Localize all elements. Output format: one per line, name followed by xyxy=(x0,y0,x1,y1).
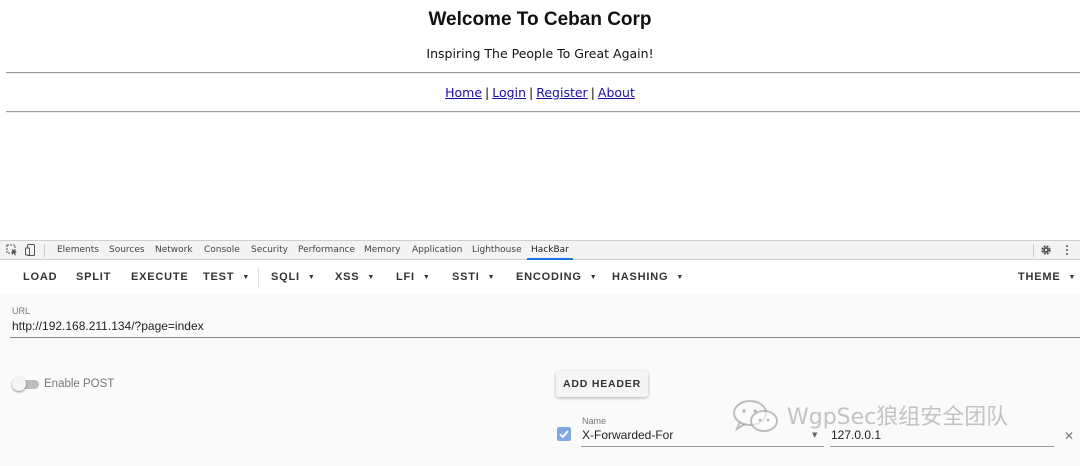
caret-down-icon: ▼ xyxy=(307,274,316,281)
header-name-label: Name xyxy=(582,416,607,426)
page-subtitle: Inspiring The People To Great Again! xyxy=(426,46,654,61)
encoding-menu-button[interactable]: ENCODING ▼ xyxy=(516,271,597,283)
tab-application[interactable]: Application xyxy=(412,245,462,255)
xss-menu-button[interactable]: XSS ▼ xyxy=(335,271,375,283)
tab-memory[interactable]: Memory xyxy=(364,245,401,255)
caret-down-icon: ▼ xyxy=(367,274,376,281)
test-menu-button[interactable]: TEST ▼ xyxy=(203,271,250,283)
header-name-dropdown-icon[interactable]: ▼ xyxy=(812,431,817,439)
top-divider xyxy=(6,72,1080,74)
toolbar-separator xyxy=(258,268,259,287)
gear-icon[interactable] xyxy=(1040,244,1052,256)
toggle-thumb xyxy=(12,377,26,391)
tab-console[interactable]: Console xyxy=(204,245,240,255)
remove-header-icon[interactable]: ✕ xyxy=(1064,429,1074,443)
lfi-menu-button[interactable]: LFI ▼ xyxy=(396,271,431,283)
tab-hackbar[interactable]: HackBar xyxy=(527,245,573,260)
wechat-logo-icon xyxy=(733,400,778,432)
hackbar-toolbar: LOAD SPLIT EXECUTE TEST ▼ SQLI ▼ XSS ▼ LFI ▼… xyxy=(0,260,1080,294)
execute-button[interactable]: EXECUTE xyxy=(131,271,189,283)
watermark-text: WgpSec狼组安全团队 xyxy=(787,405,1009,430)
caret-down-icon: ▼ xyxy=(487,274,496,281)
inspect-element-icon[interactable] xyxy=(6,244,18,256)
tab-network[interactable]: Network xyxy=(155,245,193,255)
tab-separator xyxy=(1033,244,1034,257)
hashing-label: HASHING xyxy=(612,271,669,283)
nav-link-login[interactable]: Login xyxy=(492,85,526,100)
nav-link-register[interactable]: Register xyxy=(536,85,587,100)
load-label: LOAD xyxy=(23,271,58,283)
web-page: Welcome To Ceban Corp Inspiring The Peop… xyxy=(0,0,1080,240)
header-value-underline xyxy=(830,446,1054,447)
tab-separator xyxy=(44,244,45,257)
devtools-tab-strip: Elements Sources Network Console Securit… xyxy=(0,240,1080,260)
add-header-button[interactable]: ADD HEADER xyxy=(556,371,648,397)
url-underline xyxy=(10,337,1080,338)
header-name-input[interactable]: X-Forwarded-For xyxy=(582,428,673,442)
enable-post-toggle[interactable] xyxy=(12,377,39,391)
test-label: TEST xyxy=(203,271,235,283)
hashing-menu-button[interactable]: HASHING ▼ xyxy=(612,271,684,283)
device-toggle-icon[interactable] xyxy=(25,244,37,256)
caret-down-icon: ▼ xyxy=(422,274,431,281)
ssti-menu-button[interactable]: SSTI ▼ xyxy=(452,271,495,283)
kebab-menu-icon[interactable] xyxy=(1061,244,1073,256)
caret-down-icon: ▼ xyxy=(1068,274,1077,281)
enable-post-label: Enable POST xyxy=(44,378,115,390)
lfi-label: LFI xyxy=(396,271,415,283)
bottom-divider xyxy=(6,111,1080,113)
split-label: SPLIT xyxy=(76,271,112,283)
url-input[interactable]: http://192.168.211.134/?page=index xyxy=(12,319,204,333)
caret-down-icon: ▼ xyxy=(242,274,251,281)
nav-links: Home | Login | Register | About xyxy=(0,85,1080,100)
caret-down-icon: ▼ xyxy=(589,274,598,281)
nav-link-about[interactable]: About xyxy=(598,85,635,100)
url-label: URL xyxy=(12,306,31,316)
execute-label: EXECUTE xyxy=(131,271,189,283)
tab-performance[interactable]: Performance xyxy=(298,245,355,255)
nav-separator: | xyxy=(485,85,490,100)
split-button[interactable]: SPLIT xyxy=(76,271,111,283)
nav-separator: | xyxy=(529,85,534,100)
caret-down-icon: ▼ xyxy=(676,274,685,281)
sqli-menu-button[interactable]: SQLI ▼ xyxy=(271,271,316,283)
hackbar-body: URL http://192.168.211.134/?page=index E… xyxy=(0,294,1080,466)
checkmark-icon xyxy=(559,430,569,439)
header-enabled-checkbox[interactable] xyxy=(557,427,571,441)
xss-label: XSS xyxy=(335,271,360,283)
theme-menu-button[interactable]: THEME ▼ xyxy=(1018,271,1076,283)
nav-link-home[interactable]: Home xyxy=(445,85,482,100)
theme-label: THEME xyxy=(1018,271,1061,283)
encoding-label: ENCODING xyxy=(516,271,582,283)
nav-separator: | xyxy=(590,85,595,100)
ssti-label: SSTI xyxy=(452,271,480,283)
tab-lighthouse[interactable]: Lighthouse xyxy=(472,245,522,255)
header-name-underline xyxy=(581,446,824,447)
sqli-label: SQLI xyxy=(271,271,300,283)
tab-sources[interactable]: Sources xyxy=(109,245,145,255)
tab-elements[interactable]: Elements xyxy=(57,245,99,255)
page-title: Welcome To Ceban Corp xyxy=(428,9,652,30)
load-button[interactable]: LOAD xyxy=(23,271,57,283)
tab-security[interactable]: Security xyxy=(251,245,288,255)
